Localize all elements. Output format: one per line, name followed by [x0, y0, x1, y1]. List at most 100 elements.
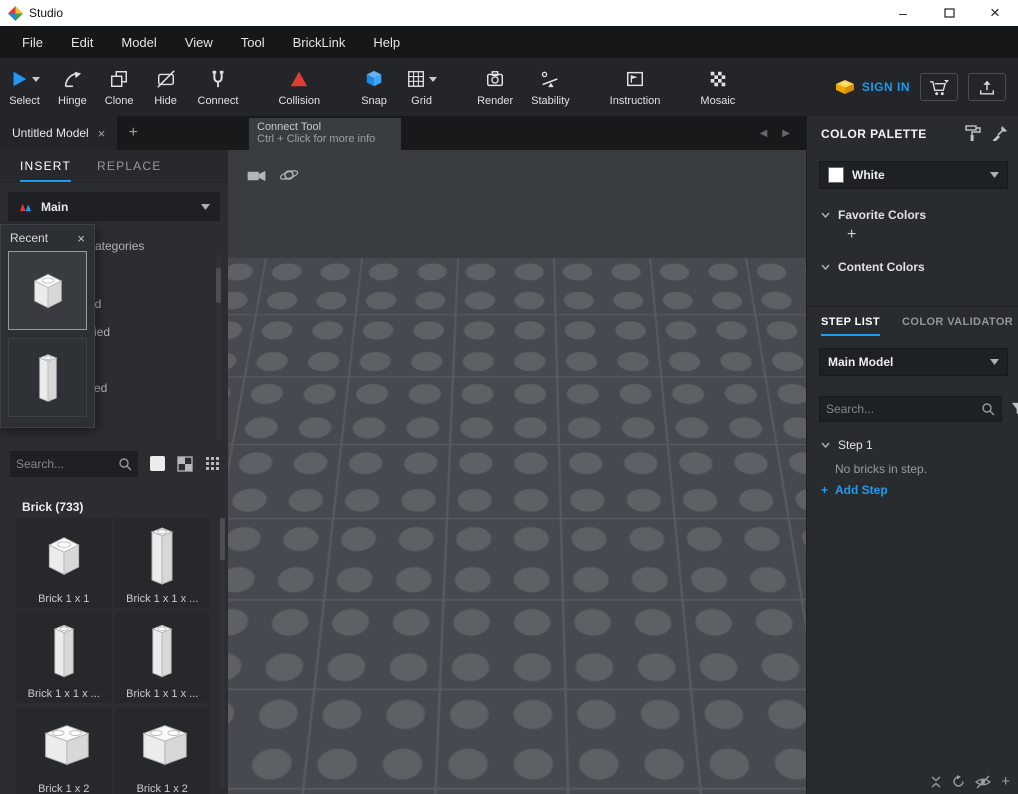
tab-step-list[interactable]: STEP LIST [821, 316, 880, 336]
tab-close-icon[interactable]: × [98, 126, 106, 141]
right-panel: COLOR PALETTE White Favorite Colors + Co… [806, 116, 1018, 794]
tool-hinge[interactable]: Hinge [49, 58, 96, 116]
tab-untitled-model[interactable]: Untitled Model × [0, 116, 117, 150]
part-grid-scrollbar[interactable] [220, 518, 225, 788]
window-title: Studio [29, 6, 63, 20]
decorated-filter-icon[interactable] [177, 456, 193, 472]
new-tab-button[interactable]: + [117, 124, 149, 142]
close-button[interactable]: × [972, 0, 1018, 26]
main-area: Untitled Model × + ◀ ▶ INSERT REPLACE Ma… [0, 116, 1018, 794]
document-tab-bar: Untitled Model × + ◀ ▶ [0, 116, 806, 150]
search-icon [981, 402, 995, 416]
recent-part-brick-1x1[interactable] [8, 251, 87, 330]
tooltip-subtitle: Ctrl + Click for more info [257, 133, 393, 145]
menu-tool[interactable]: Tool [227, 26, 279, 58]
baseplate[interactable] [228, 150, 806, 258]
tool-connect[interactable]: Connect [189, 58, 248, 116]
menu-edit[interactable]: Edit [57, 26, 107, 58]
tool-render[interactable]: Render [468, 58, 522, 116]
collapse-all-icon[interactable] [930, 776, 942, 788]
menu-model[interactable]: Model [107, 26, 170, 58]
close-icon[interactable]: × [77, 231, 85, 246]
paint-format-icon[interactable] [965, 125, 981, 142]
tool-stability[interactable]: Stability [522, 58, 579, 116]
part-palette-panel: INSERT REPLACE Main ategories nd ified v… [0, 150, 228, 794]
category-list-fragment[interactable]: ategories [95, 239, 144, 253]
cart-button[interactable] [920, 73, 958, 101]
view-mode-grid-icon[interactable] [205, 456, 220, 471]
tab-replace[interactable]: REPLACE [97, 150, 161, 182]
tool-hide[interactable]: Hide [143, 58, 189, 116]
refresh-icon[interactable] [952, 775, 965, 788]
brick-1x1-tall-thumbnail [53, 613, 75, 688]
connect-tool-tooltip: Connect Tool Ctrl + Click for more info [249, 118, 401, 150]
tab-insert[interactable]: INSERT [20, 150, 71, 182]
tooltip-title: Connect Tool [257, 121, 393, 133]
tab-color-validator[interactable]: COLOR VALIDATOR [902, 316, 1013, 336]
tool-instruction[interactable]: Instruction [601, 58, 670, 116]
category-list-scrollbar[interactable] [216, 255, 221, 440]
tab-scroll-right-icon[interactable]: ▶ [782, 128, 790, 139]
part-tile[interactable]: Brick 1 x 1 [16, 518, 112, 608]
upload-button[interactable] [968, 73, 1006, 101]
tab-scroll-left-icon[interactable]: ◀ [760, 128, 768, 139]
part-search-field[interactable] [10, 451, 138, 477]
tool-collision[interactable]: Collision [269, 58, 329, 116]
model-dropdown[interactable]: Main Model [819, 348, 1008, 376]
orbit-view-button[interactable] [277, 164, 301, 186]
hinge-icon [62, 67, 82, 91]
part-tile[interactable]: Brick 1 x 2 [16, 708, 112, 794]
brick-1x1-tall-thumbnail [151, 613, 173, 688]
clone-icon [109, 67, 129, 91]
empty-step-message: No bricks in step. [835, 462, 927, 476]
color-swatch-white [828, 167, 844, 183]
search-icon [118, 457, 132, 471]
minimize-button[interactable]: – [880, 0, 926, 26]
maximize-button[interactable] [926, 0, 972, 26]
menu-bricklink[interactable]: BrickLink [279, 26, 360, 58]
tool-select[interactable]: Select [0, 58, 49, 116]
part-tile[interactable]: Brick 1 x 1 x ... [16, 613, 112, 703]
main-toolbar: Select Hinge Clone Hide Connect Collisio… [0, 58, 1018, 116]
menu-file[interactable]: File [8, 26, 57, 58]
brick-1x1-tall-thumbnail [150, 518, 174, 593]
recent-parts-popup: Recent × [0, 224, 95, 428]
category-header: Brick (733) [22, 500, 83, 514]
add-favorite-color-button[interactable]: + [847, 226, 856, 244]
step-1-row[interactable]: Step 1 [821, 438, 873, 452]
instruction-icon [625, 67, 645, 91]
select-cursor-icon [9, 67, 40, 91]
viewport-3d[interactable]: 0 total parts [228, 150, 806, 794]
tool-clone[interactable]: Clone [96, 58, 143, 116]
upload-icon [978, 79, 996, 96]
part-tile[interactable]: Brick 1 x 1 x ... [115, 613, 211, 703]
color-filter-icon[interactable] [150, 456, 165, 471]
tool-snap[interactable]: Snap [351, 58, 397, 116]
hide-step-eye-icon[interactable] [975, 774, 991, 790]
status-bar: 0 total parts [250, 750, 786, 781]
menu-view[interactable]: View [171, 26, 227, 58]
part-tile[interactable]: Brick 1 x 1 x ... [115, 518, 211, 608]
content-colors-section[interactable]: Content Colors [821, 260, 925, 274]
add-icon[interactable]: + [1001, 773, 1010, 790]
recent-part-brick-1x1-tall[interactable] [8, 338, 87, 417]
menu-help[interactable]: Help [359, 26, 414, 58]
step-search-field[interactable] [819, 396, 1002, 422]
color-dropdown[interactable]: White [819, 161, 1008, 189]
color-palette-title: COLOR PALETTE [821, 127, 927, 141]
step-search-input[interactable] [826, 402, 981, 416]
eyedropper-icon[interactable] [992, 125, 1008, 142]
add-step-button[interactable]: + Add Step [821, 483, 888, 497]
tool-mosaic[interactable]: Mosaic [691, 58, 744, 116]
favorite-colors-section[interactable]: Favorite Colors [821, 208, 926, 222]
hide-icon [156, 67, 176, 91]
sign-in-button[interactable]: SIGN IN [835, 79, 910, 95]
part-tile[interactable]: Brick 1 x 2 [115, 708, 211, 794]
brick-1x2-thumbnail [34, 708, 94, 783]
tool-grid[interactable]: Grid [397, 58, 446, 116]
palette-dropdown[interactable]: Main [8, 192, 220, 221]
camera-view-button[interactable] [244, 164, 268, 186]
filter-icon[interactable] [1011, 402, 1018, 416]
grid-icon [406, 67, 437, 91]
part-search-input[interactable] [16, 457, 118, 471]
